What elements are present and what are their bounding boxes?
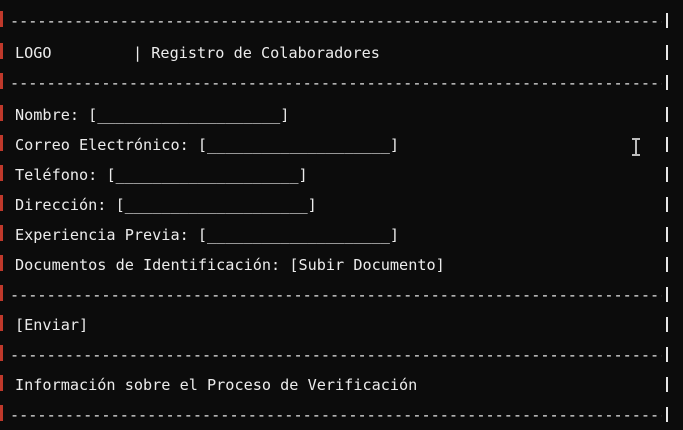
separator-line: ----------------------------------------… xyxy=(10,406,662,424)
left-border-mark xyxy=(0,105,3,121)
left-border-mark xyxy=(0,285,3,301)
upload-document-button[interactable]: [Subir Documento] xyxy=(289,256,444,274)
right-border xyxy=(666,137,668,152)
text-cursor-icon xyxy=(631,138,641,156)
right-border xyxy=(666,45,668,60)
left-border-mark xyxy=(0,315,3,331)
right-border xyxy=(666,347,668,362)
phone-input[interactable]: [____________________] xyxy=(106,166,307,184)
separator-line: ----------------------------------------… xyxy=(10,74,662,92)
field-telefono: Teléfono: [____________________] xyxy=(15,160,308,190)
left-border-mark xyxy=(0,73,3,89)
field-label: Documentos de Identificación: xyxy=(15,256,281,274)
field-label: Dirección: xyxy=(15,196,107,214)
logo: LOGO xyxy=(15,44,52,62)
nombre-input[interactable]: [____________________] xyxy=(88,106,289,124)
right-border xyxy=(666,287,668,302)
field-correo: Correo Electrónico: [___________________… xyxy=(15,130,399,160)
left-border-mark xyxy=(0,195,3,211)
right-border xyxy=(666,75,668,90)
right-border xyxy=(666,13,668,28)
left-border-mark xyxy=(0,11,3,27)
address-input[interactable]: [____________________] xyxy=(116,196,317,214)
left-border-mark xyxy=(0,345,3,361)
field-label: Teléfono: xyxy=(15,166,98,184)
left-border-mark xyxy=(0,405,3,421)
separator-line: ----------------------------------------… xyxy=(10,12,662,30)
separator-line: ----------------------------------------… xyxy=(10,286,662,304)
right-border xyxy=(666,167,668,182)
submit-button[interactable]: [Enviar] xyxy=(15,310,88,340)
verification-info-link[interactable]: Información sobre el Proceso de Verifica… xyxy=(15,370,417,400)
left-border-mark xyxy=(0,255,3,271)
field-label: Correo Electrónico: xyxy=(15,136,189,154)
field-documentos: Documentos de Identificación: [Subir Doc… xyxy=(15,250,445,280)
field-label: Nombre: xyxy=(15,106,80,124)
right-border xyxy=(666,317,668,332)
left-border-mark xyxy=(0,43,3,59)
left-border-mark xyxy=(0,225,3,241)
field-direccion: Dirección: [____________________] xyxy=(15,190,317,220)
terminal-window: ----------------------------------------… xyxy=(0,0,683,430)
right-border xyxy=(666,197,668,212)
right-border xyxy=(666,107,668,122)
email-input[interactable]: [____________________] xyxy=(198,136,399,154)
right-border xyxy=(666,257,668,272)
field-label: Experiencia Previa: xyxy=(15,226,189,244)
field-nombre: Nombre: [____________________] xyxy=(15,100,289,130)
separator-line: ----------------------------------------… xyxy=(10,346,662,364)
page-title: | Registro de Colaboradores xyxy=(133,44,380,62)
right-border xyxy=(666,377,668,392)
left-border-mark xyxy=(0,135,3,151)
field-experiencia: Experiencia Previa: [___________________… xyxy=(15,220,399,250)
right-border xyxy=(666,407,668,422)
left-border-mark xyxy=(0,375,3,391)
right-border xyxy=(666,227,668,242)
left-border-mark xyxy=(0,165,3,181)
experience-input[interactable]: [____________________] xyxy=(198,226,399,244)
